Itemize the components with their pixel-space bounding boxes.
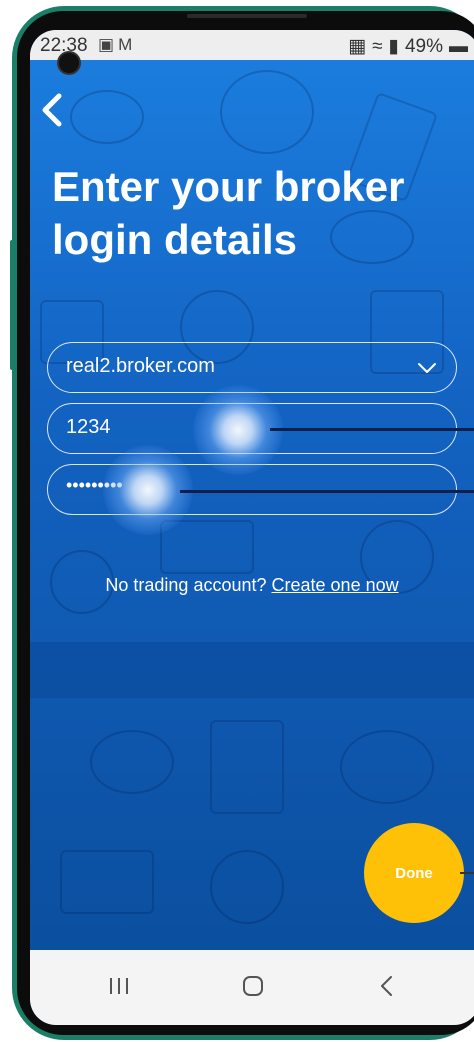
- nav-back-button[interactable]: [362, 968, 412, 1004]
- device: Enter your broker login details real2.br…: [0, 0, 474, 1042]
- callout-line: [460, 872, 474, 874]
- page-title: Enter your broker login details: [52, 160, 462, 266]
- server-select[interactable]: real2.broker.com: [47, 342, 457, 393]
- callout-line: [270, 428, 474, 431]
- chevron-down-icon: [418, 363, 436, 373]
- doodle-shape: [160, 520, 254, 574]
- signal-icon: ▮: [388, 36, 399, 57]
- doodle-shape: [90, 730, 174, 794]
- chevron-left-icon: [42, 93, 62, 127]
- status-right: ▦ ≈ ▮ 49% ▬: [342, 35, 468, 58]
- status-bar: 22:38 ▣M ▦ ≈ ▮ 49% ▬: [30, 30, 474, 60]
- battery-icon: ▬: [449, 36, 468, 57]
- done-button[interactable]: Done: [364, 823, 464, 923]
- home-icon: [243, 976, 263, 996]
- page-title-line-1: Enter your broker: [52, 163, 405, 210]
- doodle-shape: [60, 850, 154, 914]
- nfc-icon: ▦: [348, 36, 367, 57]
- image-icon: ▣: [98, 35, 119, 54]
- front-camera: [59, 53, 79, 73]
- signup-prompt-text: No trading account?: [105, 575, 267, 595]
- nav-back-icon: [381, 976, 392, 996]
- battery-level: 49%: [404, 36, 443, 57]
- doodle-shape: [70, 90, 144, 144]
- top-speaker: [187, 14, 307, 18]
- create-account-link[interactable]: Create one now: [272, 575, 399, 595]
- page-title-line-2: login details: [52, 216, 298, 263]
- callout-line: [180, 490, 474, 493]
- server-value: real2.broker.com: [66, 355, 215, 377]
- doodle-shape: [210, 720, 284, 814]
- background-band: [30, 642, 474, 698]
- screen: Enter your broker login details real2.br…: [30, 30, 474, 1025]
- doodle-shape: [210, 850, 284, 924]
- side-button: [10, 240, 14, 370]
- back-button[interactable]: [34, 88, 74, 132]
- notification-icons: ▣M: [98, 35, 136, 55]
- doodle-shape: [220, 70, 314, 154]
- login-value: 1234: [66, 416, 111, 438]
- doodle-shape: [340, 730, 434, 804]
- wifi-icon: ≈: [372, 36, 383, 57]
- recents-button[interactable]: [94, 968, 144, 1004]
- navigation-bar: [30, 950, 474, 1025]
- app-background: Enter your broker login details real2.br…: [30, 30, 474, 950]
- home-button[interactable]: [228, 968, 278, 1004]
- recents-icon: [110, 978, 128, 994]
- gmail-icon: M: [118, 35, 137, 54]
- signup-prompt: No trading account? Create one now: [30, 575, 474, 596]
